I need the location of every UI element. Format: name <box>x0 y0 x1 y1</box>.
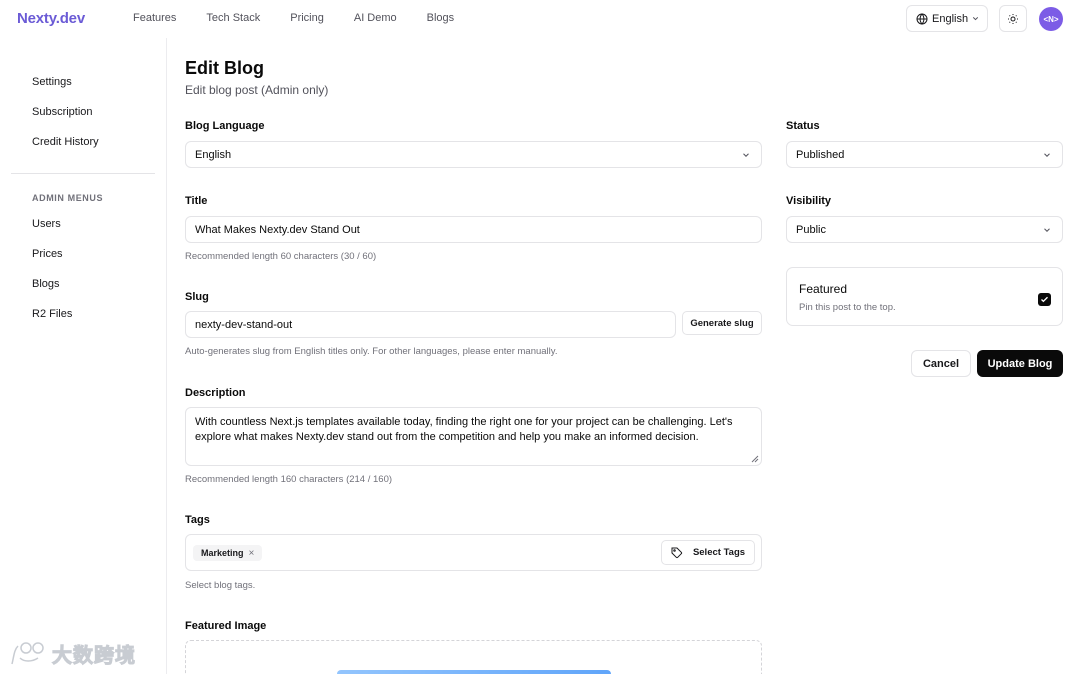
sidebar-admin-heading: ADMIN MENUS <box>32 193 104 203</box>
language-selector[interactable]: English <box>906 5 988 32</box>
language-select[interactable]: English <box>185 141 762 168</box>
status-field-label: Status <box>786 120 820 132</box>
nav-pricing[interactable]: Pricing <box>290 12 324 24</box>
select-tags-label: Select Tags <box>692 547 746 558</box>
title-input-value: What Makes Nexty.dev Stand Out <box>195 223 360 236</box>
visibility-select[interactable]: Public <box>786 216 1063 243</box>
page-title: Edit Blog <box>185 58 264 78</box>
logo[interactable]: Nexty.dev <box>17 10 85 27</box>
tags-hint: Select blog tags. <box>185 580 256 591</box>
sidebar-item-prices[interactable]: Prices <box>32 248 63 260</box>
tag-chip: Marketing × <box>193 545 263 561</box>
slug-field-label: Slug <box>185 291 209 303</box>
nav-blogs[interactable]: Blogs <box>427 12 455 24</box>
sidebar-item-settings[interactable]: Settings <box>32 76 72 88</box>
sidebar: Settings Subscription Credit History ADM… <box>0 38 167 674</box>
globe-icon <box>916 12 928 25</box>
user-avatar[interactable]: <N> <box>1039 7 1063 31</box>
visibility-field-label: Visibility <box>786 195 832 207</box>
title-field-label: Title <box>185 195 208 207</box>
nav-tech-stack[interactable]: Tech Stack <box>206 12 260 24</box>
watermark-logo-icon <box>11 642 44 665</box>
tag-chip-label: Marketing <box>201 548 244 558</box>
sidebar-item-users[interactable]: Users <box>32 218 61 230</box>
slug-input[interactable]: nexty-dev-stand-out <box>185 311 676 338</box>
watermark: 大数跨境 <box>8 638 136 668</box>
language-select-value: English <box>195 148 232 161</box>
chevron-down-icon <box>1044 153 1050 157</box>
update-blog-button[interactable]: Update Blog <box>977 350 1063 377</box>
select-tags-button[interactable]: Select Tags <box>661 540 755 565</box>
featured-image-preview <box>337 670 611 674</box>
tags-field-label: Tags <box>185 514 210 526</box>
theme-toggle-button[interactable] <box>999 5 1027 32</box>
sidebar-divider <box>11 173 155 174</box>
slug-input-value: nexty-dev-stand-out <box>195 318 293 331</box>
main-nav: Features Tech Stack Pricing AI Demo Blog… <box>133 12 484 24</box>
slug-hint: Auto-generates slug from English titles … <box>185 346 558 357</box>
sidebar-item-blogs[interactable]: Blogs <box>32 278 60 290</box>
status-select[interactable]: Published <box>786 141 1063 168</box>
nav-ai-demo[interactable]: AI Demo <box>354 12 397 24</box>
featured-title: Featured <box>799 282 848 296</box>
check-icon <box>1041 296 1048 303</box>
nav-features[interactable]: Features <box>133 12 176 24</box>
resize-handle-icon[interactable] <box>751 455 759 463</box>
featured-image-dropzone[interactable] <box>185 640 762 674</box>
cancel-button[interactable]: Cancel <box>911 350 971 377</box>
featured-checkbox[interactable] <box>1038 293 1051 306</box>
language-field-label: Blog Language <box>185 120 265 132</box>
description-text: With countless Next.js templates availab… <box>195 416 733 443</box>
featured-description: Pin this post to the top. <box>799 302 896 313</box>
sidebar-item-subscription[interactable]: Subscription <box>32 106 93 118</box>
chevron-down-icon <box>743 153 749 157</box>
watermark-text: 大数跨境 <box>52 644 136 667</box>
sidebar-item-credit-history[interactable]: Credit History <box>32 136 99 148</box>
title-input[interactable]: What Makes Nexty.dev Stand Out <box>185 216 762 243</box>
title-hint: Recommended length 60 characters (30 / 6… <box>185 251 377 262</box>
featured-card: Featured Pin this post to the top. <box>786 267 1063 326</box>
remove-tag-icon[interactable]: × <box>249 548 255 559</box>
page-subtitle: Edit blog post (Admin only) <box>185 83 329 97</box>
tag-icon <box>671 547 683 558</box>
generate-slug-button[interactable]: Generate slug <box>682 311 762 335</box>
chevron-down-icon <box>972 17 979 21</box>
sidebar-item-r2-files[interactable]: R2 Files <box>32 308 72 320</box>
featured-image-label: Featured Image <box>185 620 267 632</box>
visibility-select-value: Public <box>796 223 826 236</box>
description-field-label: Description <box>185 387 246 399</box>
description-textarea[interactable]: With countless Next.js templates availab… <box>185 407 762 466</box>
status-select-value: Published <box>796 148 845 161</box>
description-hint: Recommended length 160 characters (214 /… <box>185 474 393 485</box>
top-navbar: Nexty.dev Features Tech Stack Pricing AI… <box>0 0 1080 38</box>
language-label: English <box>932 12 969 25</box>
sun-icon <box>1008 13 1018 24</box>
chevron-down-icon <box>1044 228 1050 232</box>
